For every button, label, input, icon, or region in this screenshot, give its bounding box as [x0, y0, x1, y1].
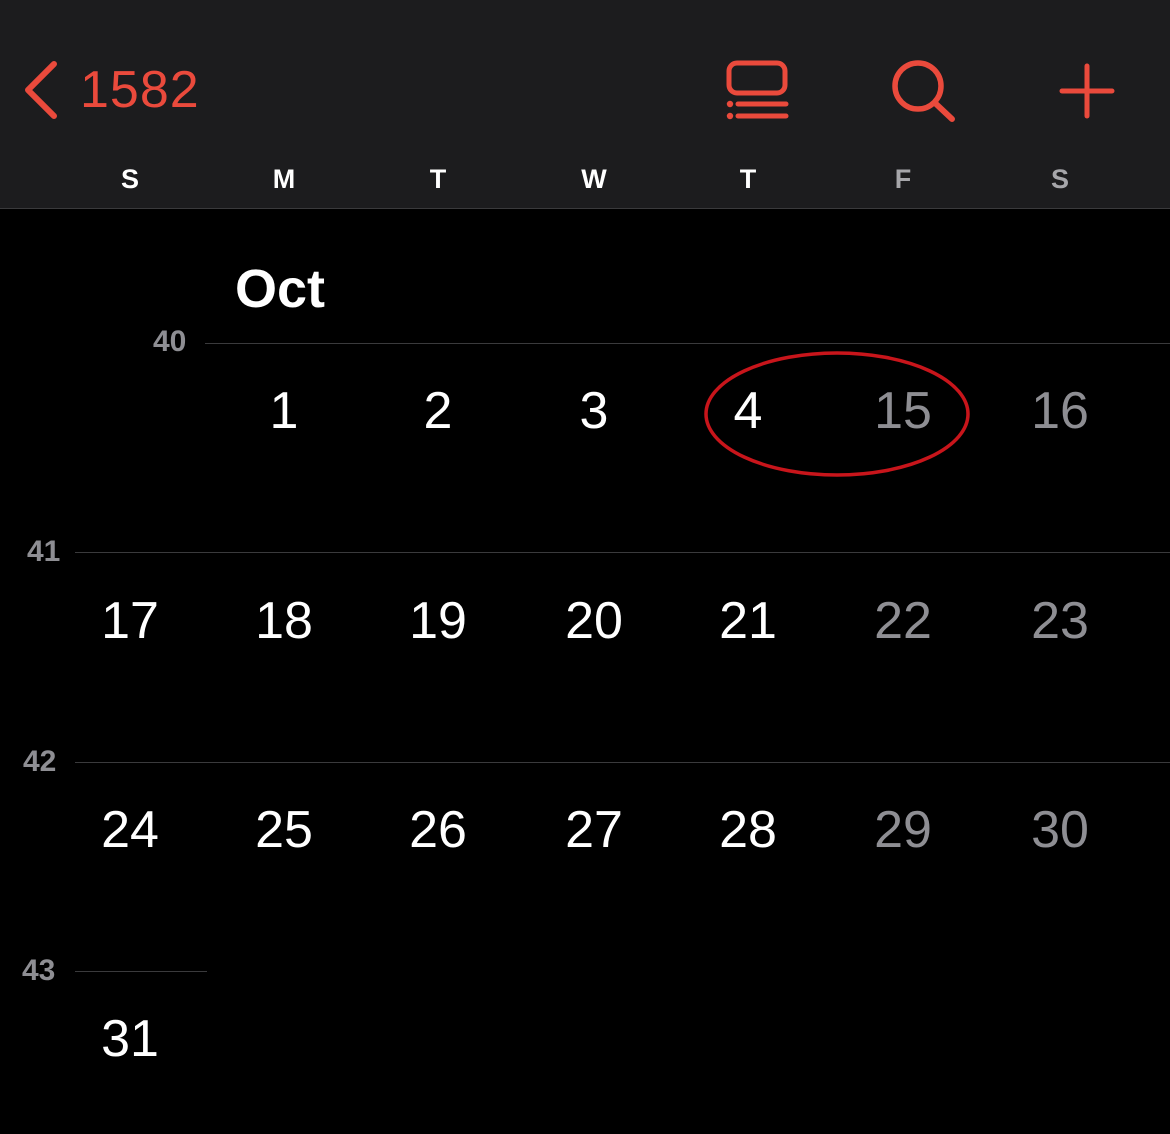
day-cell[interactable]: 17 — [70, 591, 190, 651]
day-cell[interactable]: 18 — [224, 591, 344, 651]
back-to-year-button[interactable]: 1582 — [22, 52, 200, 128]
search-button[interactable] — [890, 58, 958, 124]
week-number: 43 — [22, 954, 56, 987]
day-cell[interactable]: 15 — [843, 381, 963, 441]
weekday-label: S — [1050, 164, 1069, 194]
add-event-button[interactable] — [1058, 62, 1116, 120]
weekday-label: M — [272, 164, 296, 194]
day-cell[interactable]: 28 — [688, 800, 808, 860]
back-year-label: 1582 — [80, 61, 200, 119]
week-number: 40 — [153, 325, 187, 358]
day-cell[interactable]: 1 — [224, 381, 344, 441]
search-icon — [892, 60, 955, 122]
week-divider — [75, 971, 207, 972]
day-cell[interactable]: 31 — [70, 1009, 190, 1069]
week-divider — [205, 343, 1170, 344]
month-title: Oct — [235, 259, 326, 319]
weekday-label: F — [894, 164, 912, 194]
day-cell[interactable]: 2 — [378, 381, 498, 441]
weekday-label: T — [429, 164, 447, 194]
week-divider — [75, 552, 1170, 553]
navigation-header: 1582 S M T W T F S — [0, 0, 1170, 209]
chevron-left-icon — [25, 61, 57, 119]
weekday-label: W — [581, 164, 607, 194]
day-cell[interactable]: 4 — [688, 381, 808, 441]
day-cell[interactable]: 23 — [1000, 591, 1120, 651]
day-cell[interactable]: 24 — [70, 800, 190, 860]
day-cell[interactable]: 27 — [534, 800, 654, 860]
day-cell[interactable]: 19 — [378, 591, 498, 651]
weekday-label: T — [739, 164, 757, 194]
day-cell[interactable]: 29 — [843, 800, 963, 860]
day-cell[interactable]: 3 — [534, 381, 654, 441]
day-cell[interactable]: 22 — [843, 591, 963, 651]
day-cell[interactable]: 26 — [378, 800, 498, 860]
day-cell[interactable]: 20 — [534, 591, 654, 651]
day-cell[interactable]: 16 — [1000, 381, 1120, 441]
day-cell[interactable]: 21 — [688, 591, 808, 651]
week-number: 42 — [23, 745, 57, 778]
week-number: 41 — [27, 535, 61, 568]
list-view-button[interactable] — [724, 60, 790, 122]
day-cell[interactable]: 25 — [224, 800, 344, 860]
weekday-label: S — [120, 164, 139, 194]
week-divider — [75, 762, 1170, 763]
day-cell[interactable]: 30 — [1000, 800, 1120, 860]
list-view-icon — [726, 60, 789, 120]
plus-icon — [1059, 63, 1115, 119]
